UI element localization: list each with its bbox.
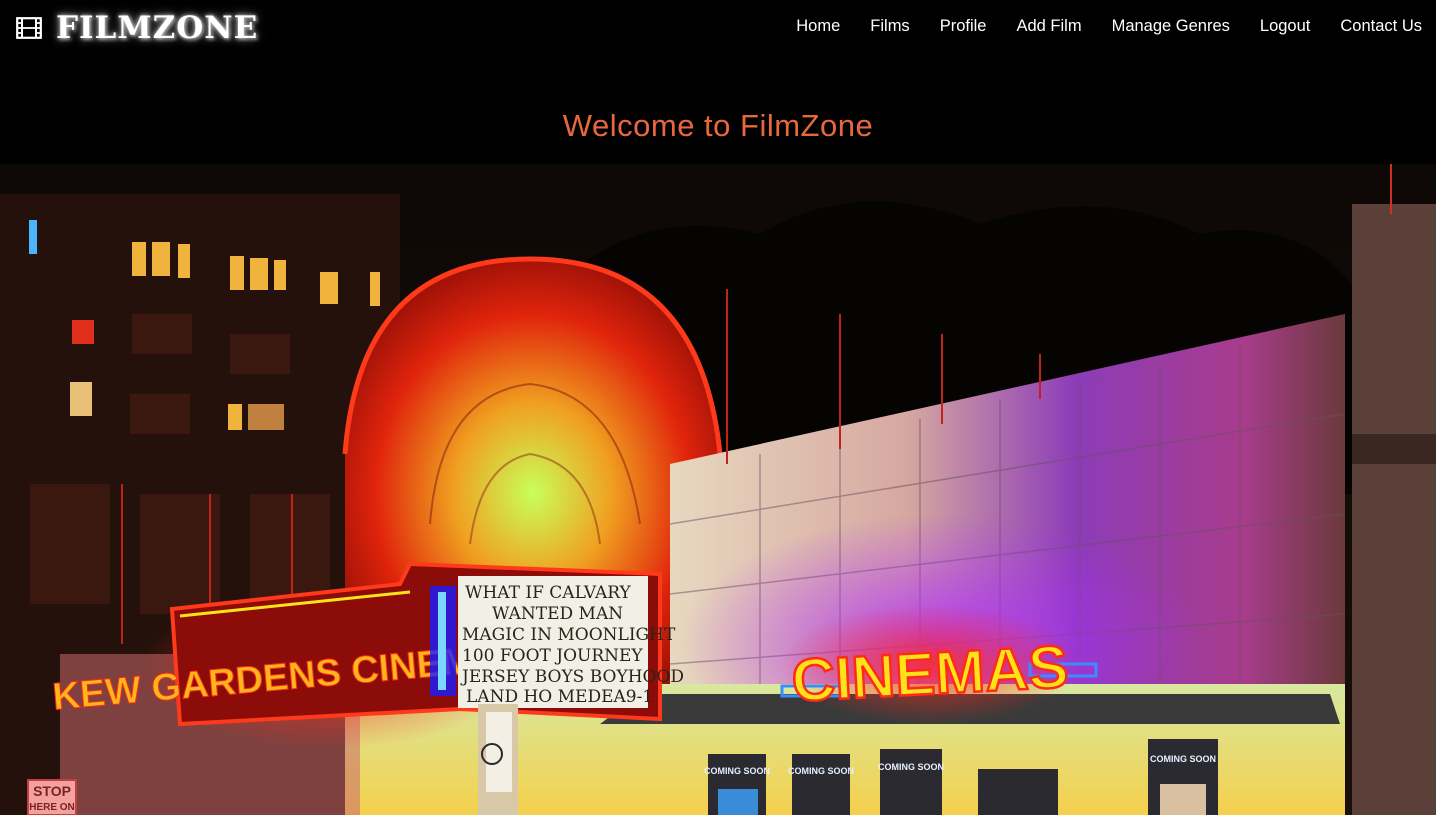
- nav-menu: Home Films Profile Add Film Manage Genre…: [796, 14, 1422, 38]
- brand-logo[interactable]: FILMZONE: [16, 10, 258, 46]
- welcome-heading: Welcome to FilmZone: [562, 108, 874, 143]
- marquee-line-5: JERSEY BOYS BOYHOOD: [460, 667, 684, 687]
- nav-link-manage-genres[interactable]: Manage Genres: [1112, 14, 1230, 38]
- poster-coming-soon-3: COMING SOON: [878, 762, 944, 772]
- marquee-line-3: MAGIC IN MOONLIGHT: [462, 625, 676, 645]
- stop-sign-text: STOP: [33, 783, 71, 799]
- marquee-line-1: WHAT IF CALVARY: [465, 583, 632, 603]
- nav-link-home[interactable]: Home: [796, 14, 840, 38]
- nav-link-logout[interactable]: Logout: [1260, 14, 1310, 38]
- poster-coming-soon-1: COMING SOON: [704, 766, 770, 776]
- film-icon: [16, 17, 42, 39]
- poster-coming-soon-2: COMING SOON: [788, 766, 854, 776]
- nav-link-contact-us[interactable]: Contact Us: [1340, 14, 1422, 38]
- navbar: FILMZONE Home Films Profile Add Film Man…: [0, 0, 1436, 56]
- nav-link-add-film[interactable]: Add Film: [1016, 14, 1081, 38]
- marquee-line-4: 100 FOOT JOURNEY: [462, 646, 643, 666]
- poster-coming-soon-4: COMING SOON: [1150, 754, 1216, 764]
- brand-name: FILMZONE: [56, 10, 259, 46]
- marquee-line-2: WANTED MAN: [492, 604, 623, 624]
- nav-link-films[interactable]: Films: [870, 14, 909, 38]
- stop-sign-subtext: HERE ON: [29, 802, 75, 813]
- nav-link-profile[interactable]: Profile: [940, 14, 987, 38]
- cinema-marquee-photo: KEW GARDENS CINEMAS WHAT IF CALVARY WANT…: [0, 164, 1436, 815]
